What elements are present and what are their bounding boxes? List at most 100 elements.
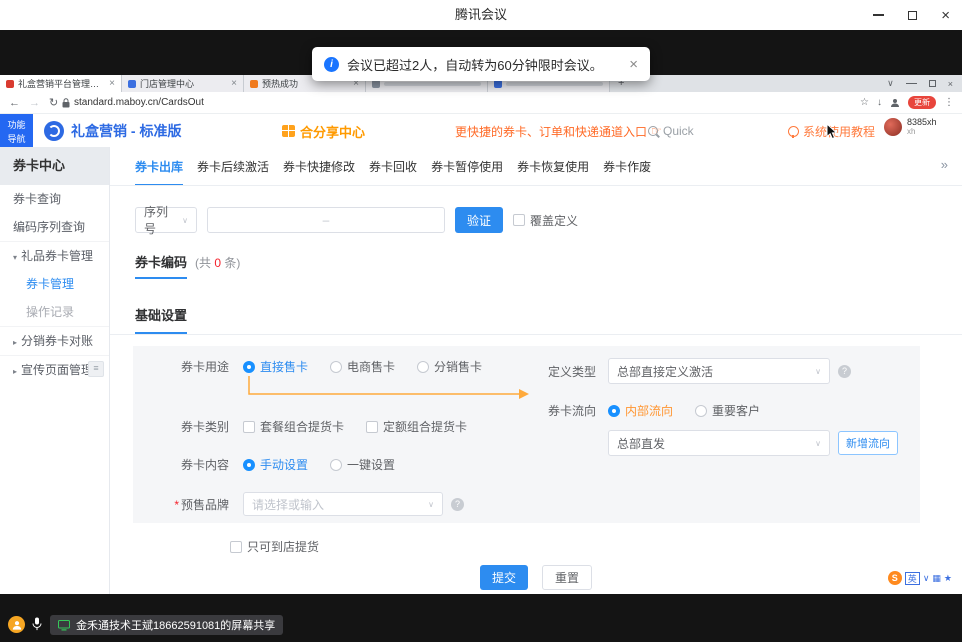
meeting-bottombar: 金禾通技术王斌18662591081的屏幕共享 bbox=[0, 594, 962, 642]
radio-important-customer[interactable] bbox=[695, 405, 707, 417]
required-asterisk: * bbox=[174, 498, 179, 512]
translator-language-badge[interactable]: 英 bbox=[905, 572, 920, 585]
tab-search-icon[interactable]: ∨ bbox=[887, 78, 894, 89]
radio-internal-flow[interactable] bbox=[608, 405, 620, 417]
user-menu[interactable]: 8385xh xh bbox=[884, 118, 937, 137]
radio-manual-setting[interactable] bbox=[243, 459, 255, 471]
minimize-icon[interactable] bbox=[873, 14, 884, 16]
quick-entry-link[interactable]: 更快捷的券卡、订单和快递通道入口 ☞ bbox=[455, 114, 662, 148]
browser-tab[interactable]: 门店管理中心 × bbox=[122, 75, 244, 92]
card-content-label: 券卡内容 bbox=[143, 456, 229, 473]
browser-tab[interactable]: 礼盒营销平台管理中心 × bbox=[0, 75, 122, 92]
app-header: 功能 导航 礼盒营销 - 标准版 合分享中心 更快捷的券卡、订单和快递通道入口 … bbox=[0, 114, 962, 149]
serial-range-input[interactable]: – bbox=[207, 207, 445, 233]
presale-brand-row: *预售品牌 请选择或输入 ∨ ? bbox=[143, 492, 464, 516]
radio-direct-sale[interactable] bbox=[243, 361, 255, 373]
profile-icon[interactable] bbox=[890, 98, 900, 108]
checkbox-override-define[interactable] bbox=[513, 214, 525, 226]
option-distribution-sale[interactable]: 分销售卡 bbox=[417, 358, 482, 375]
card-codes-section: 券卡编码 (共 0 条) bbox=[135, 252, 240, 279]
share-center-link[interactable]: 合分享中心 bbox=[282, 114, 365, 148]
browser-update-button[interactable]: 更新 bbox=[908, 96, 936, 109]
mouse-cursor bbox=[826, 123, 838, 140]
browser-minimize-icon[interactable] bbox=[906, 83, 917, 85]
url-bar[interactable]: standard.maboy.cn/CardsOut bbox=[62, 92, 204, 113]
brand-select[interactable]: 请选择或输入 ∨ bbox=[243, 492, 443, 516]
define-type-select[interactable]: 总部直接定义激活 ∨ bbox=[608, 358, 830, 384]
serial-select-value: 序列号 bbox=[144, 203, 176, 237]
brand: 礼盒营销 - 标准版 bbox=[44, 114, 181, 148]
radio-onekey-setting[interactable] bbox=[330, 459, 342, 471]
brand-logo-icon bbox=[44, 121, 64, 141]
option-onekey-setting[interactable]: 一键设置 bbox=[330, 456, 395, 473]
radio-distribution-sale[interactable] bbox=[417, 361, 429, 373]
store-pickup-option[interactable]: 只可到店提货 bbox=[230, 538, 319, 555]
submit-button[interactable]: 提交 bbox=[480, 565, 528, 590]
define-type-row: 定义类型 总部直接定义激活 ∨ ? bbox=[538, 358, 851, 384]
browser-close-icon[interactable]: × bbox=[948, 79, 953, 89]
browser-menu-icon[interactable]: ⋮ bbox=[944, 97, 954, 108]
sidebar-item-card-mgmt[interactable]: 券卡管理 bbox=[0, 270, 109, 298]
caret-right-icon: ▸ bbox=[13, 338, 17, 347]
option-ecommerce-sale[interactable]: 电商售卡 bbox=[330, 358, 395, 375]
sidebar-item-card-query[interactable]: 券卡查询 bbox=[0, 185, 109, 213]
option-fixed-combo-card[interactable]: 定额组合提货卡 bbox=[366, 418, 467, 435]
function-nav-toggle[interactable]: 功能 导航 bbox=[0, 114, 33, 148]
screen-share-icon bbox=[58, 620, 70, 631]
tab-card-outbound[interactable]: 券卡出库 bbox=[135, 158, 183, 186]
add-flow-button[interactable]: 新增流向 bbox=[838, 431, 898, 455]
serial-select[interactable]: 序列号 ∨ bbox=[135, 207, 197, 233]
option-label: 一键设置 bbox=[347, 456, 395, 473]
checkbox-fixed-combo-card[interactable] bbox=[366, 421, 378, 433]
sidebar-group-distribution-reconcile[interactable]: ▸分销券卡对账 bbox=[0, 326, 109, 355]
tab-card-recycle[interactable]: 券卡回收 bbox=[369, 158, 417, 186]
checkbox-store-pickup-only[interactable] bbox=[230, 541, 242, 553]
flow-select[interactable]: 总部直发 ∨ bbox=[608, 430, 830, 456]
browser-maximize-icon[interactable] bbox=[929, 80, 936, 87]
tab-close-icon[interactable]: × bbox=[231, 79, 237, 89]
option-manual-setting[interactable]: 手动设置 bbox=[243, 456, 308, 473]
tab-card-followup-activate[interactable]: 券卡后续激活 bbox=[197, 158, 269, 186]
radio-ecommerce-sale[interactable] bbox=[330, 361, 342, 373]
option-direct-sale[interactable]: 直接售卡 bbox=[243, 358, 308, 375]
tab-card-quick-edit[interactable]: 券卡快捷修改 bbox=[283, 158, 355, 186]
maximize-icon[interactable] bbox=[908, 11, 917, 20]
help-icon[interactable]: ? bbox=[451, 498, 464, 511]
tab-card-void[interactable]: 券卡作废 bbox=[603, 158, 651, 186]
sidebar-group-gift-card-mgmt[interactable]: ▾礼品券卡管理 bbox=[0, 241, 109, 270]
help-icon[interactable]: ? bbox=[838, 365, 851, 378]
translator-star-icon[interactable]: ★ bbox=[944, 574, 952, 583]
translator-caret-icon[interactable]: ∨ bbox=[923, 574, 930, 583]
sidebar-item-code-sequence-query[interactable]: 编码序列查询 bbox=[0, 213, 109, 241]
option-internal-flow[interactable]: 内部流向 bbox=[608, 402, 673, 419]
translator-logo-icon[interactable]: S bbox=[888, 571, 902, 585]
reset-button[interactable]: 重置 bbox=[542, 565, 592, 590]
refresh-icon[interactable]: ↻ bbox=[49, 96, 58, 109]
verify-button[interactable]: 验证 bbox=[455, 207, 503, 233]
back-icon[interactable]: ← bbox=[9, 97, 20, 109]
tab-card-resume[interactable]: 券卡恢复使用 bbox=[517, 158, 589, 186]
sidebar-collapse-handle[interactable]: ≡ bbox=[88, 361, 104, 377]
tab-basic-settings[interactable]: 基础设置 bbox=[135, 305, 187, 334]
option-package-combo-card[interactable]: 套餐组合提货卡 bbox=[243, 418, 344, 435]
tab-card-pause[interactable]: 券卡暂停使用 bbox=[431, 158, 503, 186]
forward-icon[interactable]: → bbox=[29, 97, 40, 109]
download-icon[interactable]: ↓ bbox=[877, 97, 882, 108]
checkbox-package-combo-card[interactable] bbox=[243, 421, 255, 433]
sidebar-item-operation-log[interactable]: 操作记录 bbox=[0, 298, 109, 326]
close-icon[interactable]: × bbox=[941, 8, 950, 23]
chevrons-right-icon[interactable]: » bbox=[941, 157, 948, 172]
quick-search[interactable]: Quick bbox=[648, 114, 694, 148]
option-important-customer[interactable]: 重要客户 bbox=[695, 402, 760, 419]
url-text[interactable]: standard.maboy.cn/CardsOut bbox=[74, 97, 204, 108]
tab-close-icon[interactable]: × bbox=[109, 79, 115, 89]
basic-settings-panel: 券卡用途 直接售卡 电商售卡 分销售卡 券卡类别 套餐组合提货卡 bbox=[133, 346, 920, 523]
user-avatar[interactable] bbox=[884, 118, 902, 136]
person-icon bbox=[12, 620, 22, 630]
translator-grid-icon[interactable]: ▦ bbox=[932, 574, 941, 583]
bookmark-star-icon[interactable]: ☆ bbox=[860, 97, 869, 108]
toast-close-icon[interactable]: × bbox=[629, 57, 638, 72]
page-tabs: 券卡出库 券卡后续激活 券卡快捷修改 券卡回收 券卡暂停使用 券卡恢复使用 券卡… bbox=[135, 158, 665, 186]
sidebar: 券卡中心 券卡查询 编码序列查询 ▾礼品券卡管理 券卡管理 操作记录 ▸分销券卡… bbox=[0, 147, 110, 594]
override-define-option[interactable]: 覆盖定义 bbox=[513, 212, 578, 229]
